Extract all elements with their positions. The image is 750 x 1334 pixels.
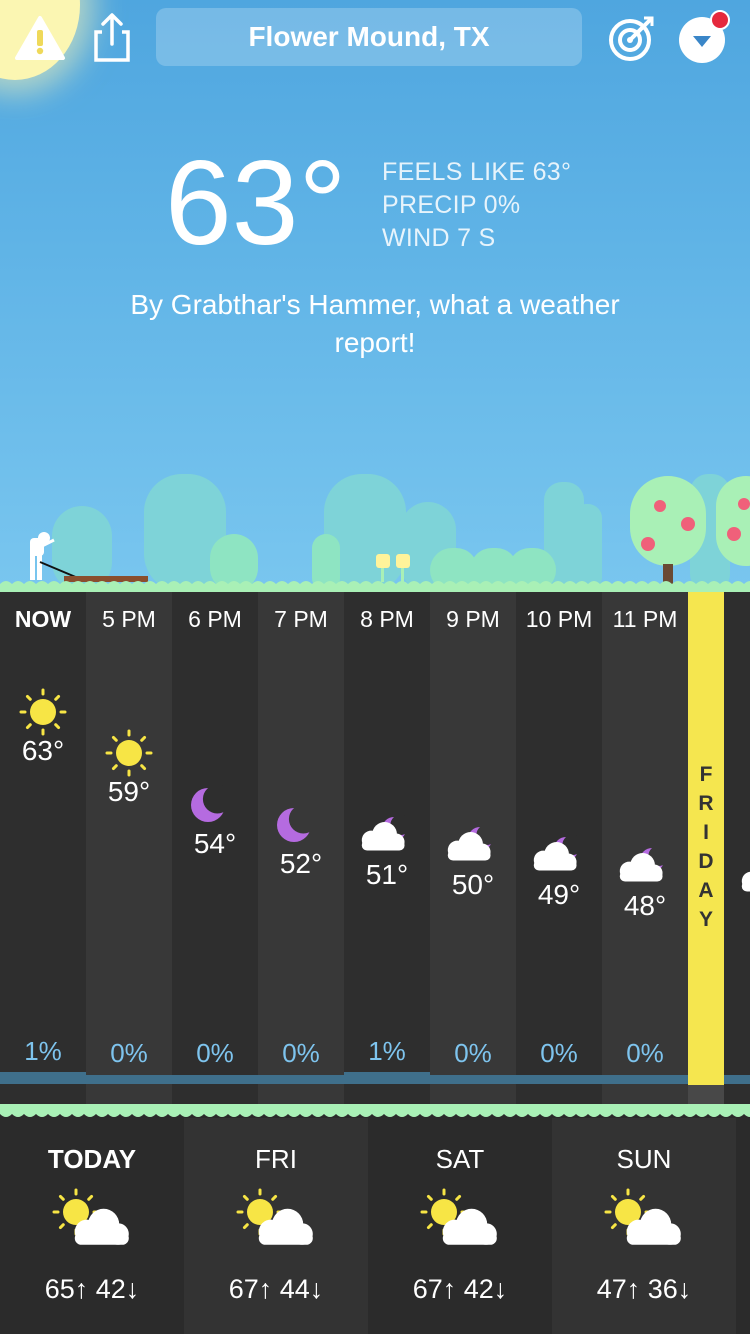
daily-column[interactable]: SUN 47↑ 36↓ (552, 1118, 736, 1334)
daily-high-low: 65↑ 42↓ (44, 1274, 140, 1304)
share-icon[interactable] (88, 12, 136, 64)
hourly-column[interactable]: 9 PM 50° 0% (430, 592, 516, 1106)
precip-bar (172, 1075, 258, 1084)
hourly-time: 8 PM (360, 606, 414, 632)
precip-bar (344, 1072, 430, 1084)
day-divider-friday: FRIDAY (688, 592, 724, 1085)
daily-forecast[interactable]: TODAY 65↑ 42↓ FRI 67↑ 44↓ SAT 67↑ 42↓ SUN 4… (0, 1118, 750, 1334)
hourly-temp: 52° (279, 848, 323, 880)
radar-icon[interactable] (604, 14, 658, 62)
daily-day: TODAY (47, 1144, 137, 1174)
hourly-precip: 0% (110, 1038, 148, 1068)
scenery-illustration (30, 474, 750, 592)
moon-icon (258, 800, 344, 850)
precip-bar (724, 1075, 750, 1084)
wind-text: WIND 7 S (382, 224, 496, 252)
hourly-precip: 0% (626, 1038, 664, 1068)
hourly-temp: 50° (451, 868, 495, 900)
hourly-time: 5 PM (102, 606, 156, 632)
partly-cloudy-night-icon (430, 821, 516, 871)
hourly-time: 6 PM (188, 606, 242, 632)
hourly-precip: 1% (368, 1036, 406, 1066)
daily-column[interactable]: FRI 67↑ 44↓ (184, 1118, 368, 1334)
daily-high-low: 67↑ 44↓ (228, 1274, 324, 1304)
precip-bar (0, 1072, 86, 1084)
hourly-column[interactable]: 11 PM 48° 0% (602, 592, 688, 1106)
hourly-forecast[interactable]: NOW 63° 1% 5 PM 59° 0% 6 PM 54° 0% 7 PM 52° 0% 8 PM … (0, 592, 750, 1106)
hourly-column[interactable]: 5 PM 59° 0% (86, 592, 172, 1106)
hourly-column[interactable]: 8 PM 51° 1% (344, 592, 430, 1106)
partly-cloudy-day-icon (602, 1188, 686, 1258)
hourly-temp: 51° (365, 858, 409, 890)
partly-cloudy-day-icon (234, 1188, 318, 1258)
precip-bar (430, 1075, 516, 1084)
current-temperature: 63° (165, 136, 347, 270)
partly-cloudy-day-icon (418, 1188, 502, 1258)
partly-cloudy-day-icon (50, 1188, 134, 1258)
weather-quip: By Grabthar's Hammer, what a weather rep… (130, 289, 620, 358)
hourly-temp: 63° (21, 735, 65, 766)
hourly-temp: 4 (724, 900, 750, 932)
daily-day: SAT (435, 1144, 485, 1174)
precip-bar (602, 1075, 688, 1084)
hourly-temp: 59° (107, 776, 151, 808)
day-divider-label: FRIDAY (698, 763, 714, 931)
precip-bar (86, 1075, 172, 1084)
daily-high-low: 47↑ 36↓ (596, 1274, 692, 1304)
hourly-column[interactable]: NOW 63° 1% (0, 592, 86, 1106)
hourly-temp: 49° (537, 879, 581, 911)
hourly-time: 7 PM (274, 606, 328, 632)
hourly-time: 11 PM (612, 606, 678, 632)
hourly-column[interactable]: 6 PM 54° 0% (172, 592, 258, 1106)
sun-icon (0, 687, 86, 737)
hourly-temp: 54° (193, 827, 237, 859)
hourly-time: NOW (14, 606, 72, 632)
hourly-time: 9 PM (446, 606, 500, 632)
daily-high-low: 67↑ 42↓ (412, 1274, 508, 1304)
daily-day: SUN (616, 1144, 672, 1174)
hourly-column[interactable]: 12 4 (724, 592, 750, 1106)
sky-header: Flower Mound, TX 63° FEELS LIKE 63° PREC… (0, 0, 750, 592)
feels-like-text: FEELS LIKE 63° (382, 158, 572, 186)
precip-bar (258, 1075, 344, 1084)
location-selector[interactable]: Flower Mound, TX (156, 8, 582, 66)
hourly-column[interactable]: 7 PM 52° 0% (258, 592, 344, 1106)
day-divider-stub (688, 1085, 724, 1106)
precip-text: PRECIP 0% (382, 191, 521, 219)
current-details: FEELS LIKE 63° PRECIP 0% WIND 7 S (382, 156, 571, 255)
hourly-time: 10 PM (525, 606, 593, 632)
hourly-precip: 1% (24, 1036, 62, 1066)
hourly-column[interactable]: 10 PM 49° 0% (516, 592, 602, 1106)
precip-bar (516, 1075, 602, 1084)
hourly-time: 12 (724, 606, 750, 633)
partly-cloudy-night-icon (724, 852, 750, 902)
moon-icon (172, 780, 258, 830)
daily-day: FRI (255, 1144, 297, 1174)
hourly-precip: 0% (454, 1038, 492, 1068)
notification-dot (710, 10, 730, 30)
daily-column[interactable]: TODAY 65↑ 42↓ (0, 1118, 184, 1334)
hourly-precip: 0% (282, 1038, 320, 1068)
partly-cloudy-night-icon (602, 842, 688, 892)
alert-triangle-icon[interactable] (14, 14, 66, 62)
partly-cloudy-night-icon (344, 811, 430, 861)
hourly-precip: 0% (540, 1038, 578, 1068)
sun-icon (86, 728, 172, 778)
partly-cloudy-night-icon (516, 831, 602, 881)
hourly-temp: 48° (623, 889, 667, 921)
daily-column[interactable]: SAT 67↑ 42↓ (368, 1118, 552, 1334)
hourly-precip: 0% (196, 1038, 234, 1068)
